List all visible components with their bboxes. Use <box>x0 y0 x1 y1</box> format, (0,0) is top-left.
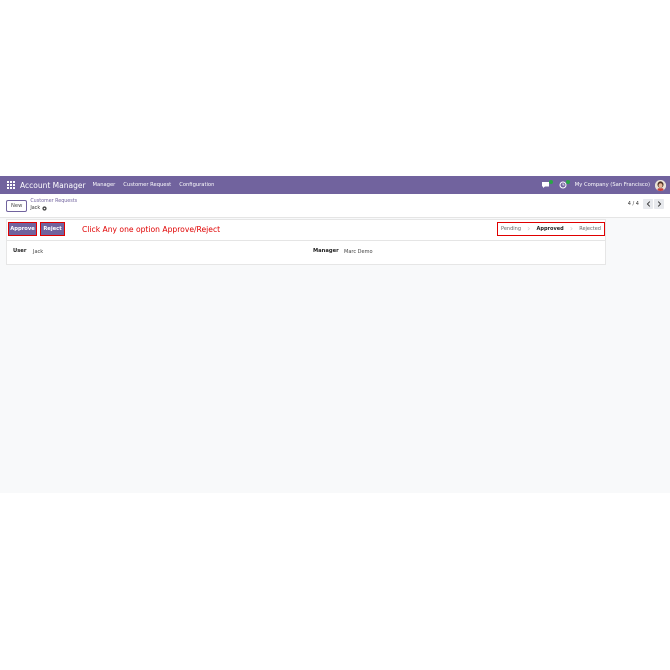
user-field-label: User <box>13 248 27 254</box>
navbar-systray: My Company (San Francisco) <box>541 176 666 194</box>
control-panel: New Customer Requests Jack 4 / 4 <box>0 194 670 218</box>
company-switcher[interactable]: My Company (San Francisco) <box>575 182 650 188</box>
menu-manager[interactable]: Manager <box>93 182 116 188</box>
odoo-app: Account Manager Manager Customer Request… <box>0 176 670 493</box>
top-navbar: Account Manager Manager Customer Request… <box>0 176 670 194</box>
chevron-right-icon <box>657 201 661 207</box>
form-statusbar: Approve Reject Click Any one option Appr… <box>7 220 605 241</box>
pager-next-button[interactable] <box>654 199 664 209</box>
chat-icon[interactable] <box>541 180 553 190</box>
stage-separator-icon: › <box>527 224 531 233</box>
stage-separator-icon: › <box>569 224 574 233</box>
breadcrumb: Customer Requests Jack <box>30 199 77 212</box>
manager-field-value[interactable]: Marc Demo <box>344 249 373 255</box>
form-fields: User Jack Manager Marc Demo <box>7 241 605 266</box>
stage-rejected[interactable]: Rejected <box>579 226 601 232</box>
activity-clock-icon[interactable] <box>558 180 570 190</box>
pager: 4 / 4 <box>628 199 664 209</box>
instruction-annotation: Click Any one option Approve/Reject <box>82 225 221 234</box>
manager-field-label: Manager <box>313 248 339 254</box>
new-button[interactable]: New <box>6 199 28 212</box>
new-button-label: New <box>11 202 23 209</box>
approve-button[interactable]: Approve <box>8 222 37 236</box>
chat-badge <box>548 180 553 184</box>
stage-bar: Pending › Approved › Rejected <box>497 222 605 236</box>
stage-pending[interactable]: Pending <box>501 226 521 232</box>
user-field-value[interactable]: Jack <box>33 249 43 255</box>
reject-button[interactable]: Reject <box>40 222 65 236</box>
apps-grid-icon[interactable] <box>7 181 15 189</box>
gear-icon[interactable] <box>42 206 47 211</box>
record-name: Jack <box>30 206 41 211</box>
user-avatar[interactable] <box>655 179 666 191</box>
app-brand[interactable]: Account Manager <box>20 181 86 190</box>
chevron-left-icon <box>646 201 650 207</box>
approve-button-label: Approve <box>10 226 35 232</box>
stage-approved[interactable]: Approved <box>537 226 564 232</box>
form-sheet: Approve Reject Click Any one option Appr… <box>6 219 606 265</box>
activity-badge <box>565 180 570 184</box>
reject-button-label: Reject <box>43 226 62 232</box>
menu-configuration[interactable]: Configuration <box>179 182 214 188</box>
menu-customer-request[interactable]: Customer Request <box>123 182 171 188</box>
breadcrumb-current: Jack <box>30 205 77 212</box>
pager-previous-button[interactable] <box>643 199 653 209</box>
pager-value[interactable]: 4 / 4 <box>628 201 639 207</box>
